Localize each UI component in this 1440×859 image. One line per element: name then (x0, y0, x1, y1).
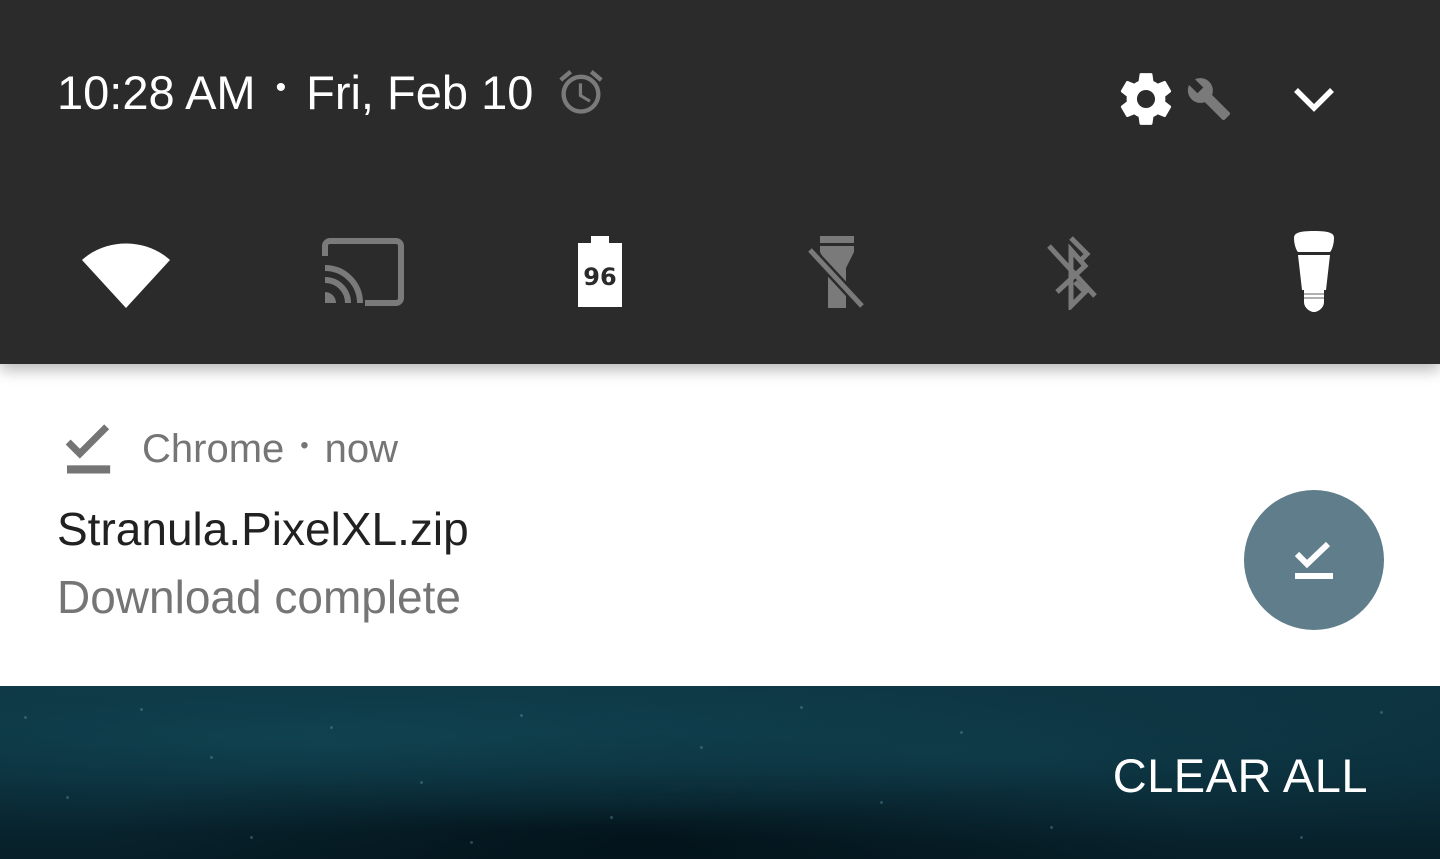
wrench-icon (1186, 76, 1232, 122)
wifi-icon (82, 243, 170, 308)
wallpaper-speck (66, 796, 69, 799)
download-done-icon (1294, 541, 1333, 579)
wallpaper-speck (420, 781, 423, 784)
wallpaper-speck (1300, 836, 1303, 839)
wallpaper-background: CLEAR ALL (0, 686, 1440, 859)
status-header: 10:28 AM • Fri, Feb 10 (0, 0, 1440, 180)
gear-icon[interactable] (1115, 68, 1177, 130)
notification-card[interactable]: Chrome • now Stranula.PixelXL.zip Downlo… (0, 364, 1440, 686)
notification-large-icon (1244, 490, 1384, 630)
tile-bluetooth[interactable] (1025, 222, 1125, 322)
quick-settings-tiles: 96 (0, 222, 1440, 322)
wallpaper-speck (1380, 711, 1383, 714)
light-bulb-icon (1294, 231, 1334, 312)
alarm-clock-icon[interactable] (555, 66, 607, 118)
wallpaper-speck (960, 731, 963, 734)
wallpaper-speck (140, 708, 143, 711)
date-time[interactable]: 10:28 AM • Fri, Feb 10 (57, 62, 607, 122)
clock-time[interactable]: 10:28 AM (57, 65, 256, 120)
download-done-icon (65, 424, 111, 474)
tile-battery[interactable]: 96 (550, 222, 650, 322)
wallpaper-speck (520, 714, 523, 717)
battery-level-text: 96 (583, 263, 616, 291)
date-label[interactable]: Fri, Feb 10 (306, 65, 533, 120)
wallpaper-speck (330, 726, 333, 729)
wallpaper-speck (24, 716, 27, 719)
notification-app-name: Chrome (142, 426, 285, 471)
notification-text: Download complete (57, 571, 462, 623)
clear-all-button[interactable]: CLEAR ALL (1113, 748, 1368, 803)
wallpaper-speck (470, 841, 473, 844)
bluetooth-disabled-icon (1047, 236, 1097, 310)
tile-flashlight[interactable] (787, 222, 887, 322)
tile-cast[interactable] (313, 222, 413, 322)
wallpaper-speck (700, 746, 703, 749)
wallpaper-speck (800, 706, 803, 709)
tile-wifi[interactable] (76, 222, 176, 322)
wallpaper-speck (210, 756, 213, 759)
tile-hue-light[interactable] (1264, 222, 1364, 322)
notification-header: Chrome • now (60, 419, 398, 479)
wallpaper-speck (250, 836, 253, 839)
quick-settings-panel: 10:28 AM • Fri, Feb 10 96 (0, 0, 1440, 364)
chevron-down-icon[interactable] (1290, 80, 1338, 120)
header-separator: • (275, 71, 287, 104)
notification-time: now (324, 426, 399, 471)
wallpaper-speck (610, 816, 613, 819)
flashlight-off-icon (806, 236, 866, 310)
cast-icon (322, 238, 404, 306)
wallpaper-speck (1050, 826, 1053, 829)
wallpaper-speck (880, 801, 883, 804)
battery-icon: 96 (578, 236, 622, 307)
notification-header-separator: • (300, 432, 309, 459)
notification-title: Stranula.PixelXL.zip (57, 503, 469, 555)
